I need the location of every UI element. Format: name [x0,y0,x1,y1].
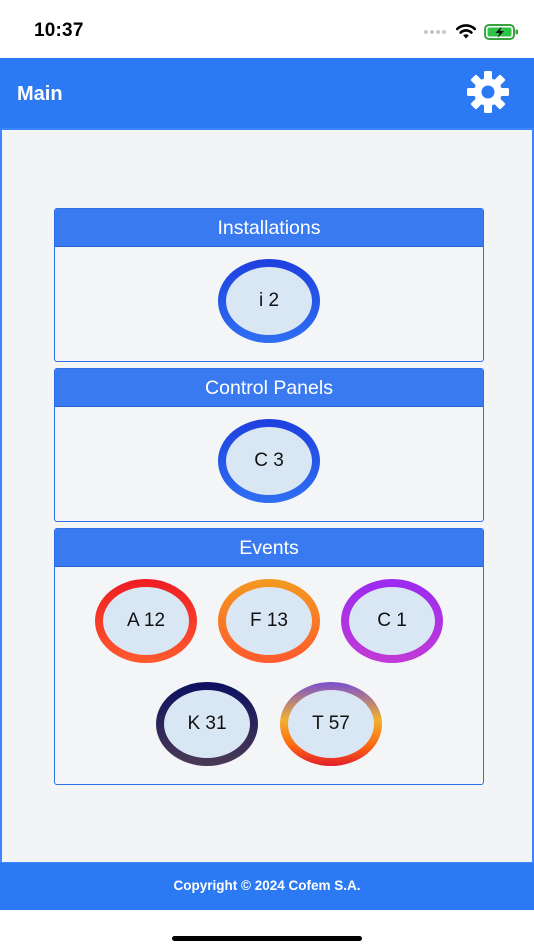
events-card-title: Events [55,529,483,567]
copyright-text: Copyright © 2024 Cofem S.A. [173,878,361,893]
app-header: Main [0,58,534,130]
status-time: 10:37 [34,20,84,41]
signal-dots-icon [424,30,448,36]
alarm-events-badge-label: A 12 [103,587,189,655]
wifi-icon [455,24,477,39]
fault-events-badge[interactable]: F 13 [218,579,320,663]
k-events-badge[interactable]: K 31 [156,682,258,766]
total-events-badge[interactable]: T 57 [280,682,382,766]
installations-card-title: Installations [55,209,483,247]
control-panels-card-title: Control Panels [55,369,483,407]
home-indicator[interactable] [172,936,362,941]
fault-events-badge-label: F 13 [226,587,312,655]
control-events-badge[interactable]: C 1 [341,579,443,663]
status-bar: 10:37 [0,0,534,58]
control-panels-badge-label: C 3 [226,427,312,495]
footer: Copyright © 2024 Cofem S.A. [0,862,534,910]
control-panels-badge[interactable]: C 3 [218,419,320,503]
total-events-badge-label: T 57 [288,690,374,758]
battery-charging-icon [484,24,518,40]
events-card: Events A 12 F 13 C 1 K 31 T 57 [54,528,484,785]
k-events-badge-label: K 31 [164,690,250,758]
page-title: Main [17,83,63,105]
gear-icon[interactable] [464,68,512,116]
installations-badge[interactable]: i 2 [218,259,320,343]
alarm-events-badge[interactable]: A 12 [95,579,197,663]
installations-badge-label: i 2 [226,267,312,335]
installations-card: Installations i 2 [54,208,484,362]
control-events-badge-label: C 1 [349,587,435,655]
control-panels-card: Control Panels C 3 [54,368,484,522]
main-content: Installations i 2 Control Panels C 3 Eve… [0,130,534,862]
